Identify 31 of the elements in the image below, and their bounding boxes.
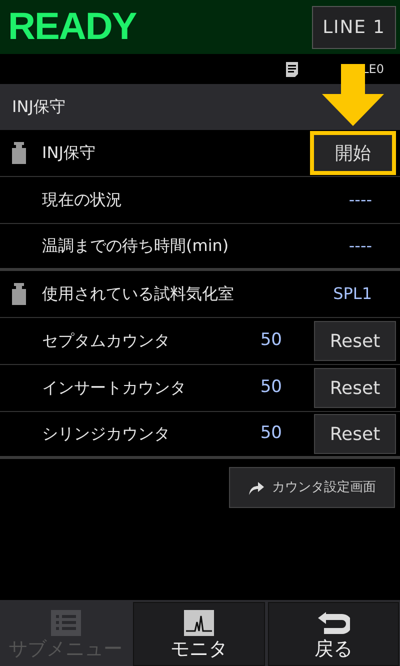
- counter-value: 50: [260, 422, 282, 446]
- row-label: 現在の状況: [42, 189, 123, 211]
- return-arrow-icon: [316, 610, 350, 636]
- pointer-arrow-icon: [322, 64, 384, 126]
- row-label: セプタムカウンタ: [42, 330, 171, 352]
- line-button[interactable]: LINE 1: [312, 6, 396, 48]
- start-button[interactable]: 開始: [310, 131, 396, 175]
- row-label: シリンジカウンタ: [42, 423, 171, 445]
- row-label: インサートカウンタ: [42, 377, 187, 399]
- chromatogram-icon: [184, 610, 214, 636]
- status-text: READY: [8, 8, 136, 46]
- list-icon: [50, 610, 81, 636]
- weight-icon: [12, 283, 26, 305]
- weight-icon: [12, 142, 26, 164]
- row-label: 使用されている試料気化室: [42, 283, 235, 305]
- monitor-button[interactable]: モニタ: [133, 602, 265, 666]
- reset-button[interactable]: Reset: [314, 368, 396, 408]
- reset-button[interactable]: Reset: [314, 321, 396, 361]
- document-icon: [286, 62, 298, 76]
- counter-settings-button[interactable]: カウンタ設定画面: [229, 467, 395, 508]
- section-title: INJ保守: [12, 96, 66, 118]
- row-value: ----: [348, 189, 372, 211]
- share-arrow-icon: [248, 480, 264, 494]
- row-value: SPL1: [333, 283, 372, 305]
- row-label: 温調までの待ち時間(min): [42, 235, 230, 257]
- counter-value: 50: [260, 329, 282, 352]
- back-button[interactable]: 戻る: [268, 602, 399, 666]
- row-label: INJ保守: [42, 142, 96, 164]
- row-value: ----: [348, 235, 372, 257]
- reset-button[interactable]: Reset: [314, 414, 396, 454]
- counter-value: 50: [260, 376, 282, 400]
